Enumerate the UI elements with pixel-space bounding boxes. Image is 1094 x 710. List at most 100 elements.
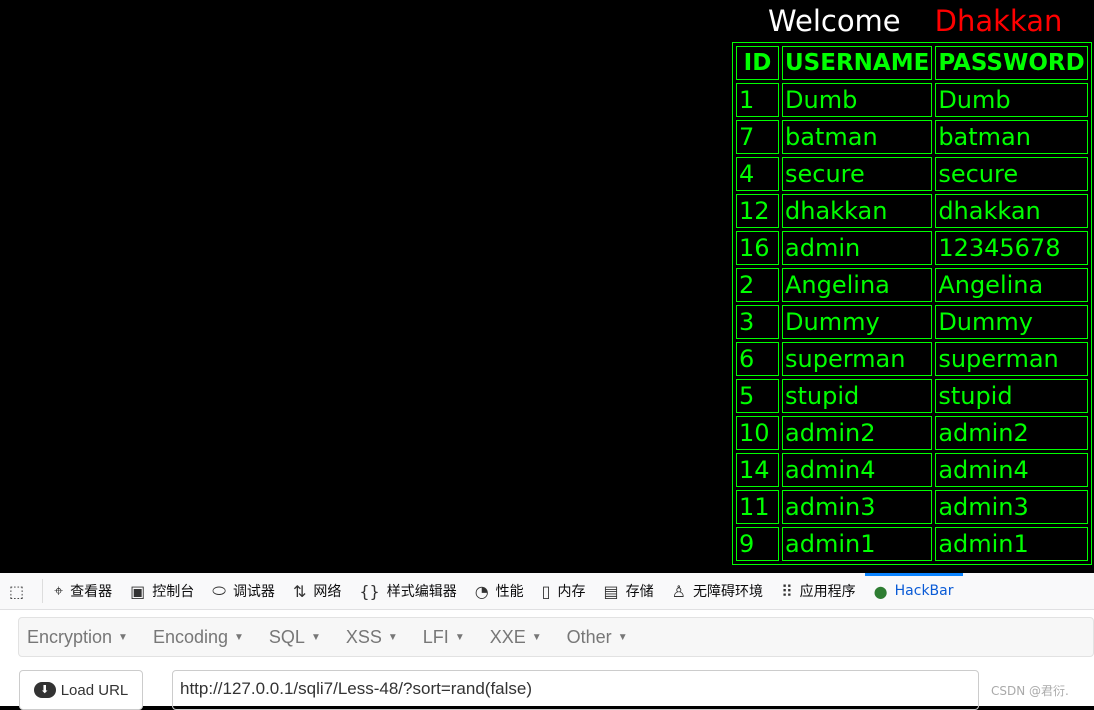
menu-other[interactable]: Other ▼	[567, 627, 628, 648]
devtools-tab-label: 网络	[313, 584, 342, 600]
devtools-tab-6[interactable]: ▯ 内存	[533, 573, 595, 610]
column-header-username: USERNAME	[782, 46, 933, 80]
cell-password: Angelina	[935, 268, 1088, 302]
cell-username: batman	[782, 120, 933, 154]
cell-username: dhakkan	[782, 194, 933, 228]
table-header-row: ID USERNAME PASSWORD	[736, 46, 1088, 80]
load-url-button[interactable]: ⬇ Load URL	[19, 670, 143, 710]
welcome-label: Welcome	[768, 4, 901, 38]
cell-username: admin	[782, 231, 933, 265]
cell-id: 12	[736, 194, 779, 228]
devtools-tab-7[interactable]: ▤ 存储	[594, 573, 662, 610]
column-header-id: ID	[736, 46, 779, 80]
devtools-tab-label: 性能	[495, 584, 524, 600]
cell-password: admin3	[935, 490, 1088, 524]
cell-username: superman	[782, 342, 933, 376]
devtools-tab-label: 调试器	[232, 584, 275, 600]
menu-label: XSS	[345, 626, 382, 647]
devtools-tab-label: 查看器	[70, 584, 113, 600]
cell-id: 14	[736, 453, 779, 487]
devtools-tab-5[interactable]: ◔ 性能	[466, 573, 533, 610]
table-row: 10 admin2 admin2	[736, 416, 1088, 450]
table-row: 3 Dummy Dummy	[736, 305, 1088, 339]
table-row: 16 admin 12345678	[736, 231, 1088, 265]
cell-username: admin1	[782, 527, 933, 561]
caret-down-icon: ▼	[387, 632, 398, 644]
menu-label: Other	[566, 626, 612, 647]
cell-id: 3	[736, 305, 779, 339]
table-row: 12 dhakkan dhakkan	[736, 194, 1088, 228]
devtools-tab-label: 无障碍环境	[692, 584, 763, 600]
cell-id: 5	[736, 379, 779, 413]
debugger-icon: ⬭	[212, 581, 226, 600]
cell-username: secure	[782, 157, 933, 191]
devtools-tab-label: 应用程序	[799, 584, 856, 600]
load-url-label: Load URL	[60, 681, 129, 699]
cell-username: Dumb	[782, 83, 933, 117]
caret-down-icon: ▼	[531, 632, 542, 644]
devtools-tab-label: 存储	[625, 584, 654, 600]
table-row: 6 superman superman	[736, 342, 1088, 376]
element-picker-icon: ⬚	[9, 581, 25, 601]
cell-password: secure	[935, 157, 1088, 191]
hackbar-panel: Encryption ▼ Encoding ▼ SQL ▼ XSS ▼ LFI ▼ XXE ▼ Othe…	[0, 610, 1094, 710]
menu-xss[interactable]: XSS ▼	[346, 627, 398, 648]
table-row: 7 batman batman	[736, 120, 1088, 154]
users-table: ID USERNAME PASSWORD 1 Dumb Dumb 7 batman bat…	[732, 42, 1092, 565]
welcome-heading: Welcome Dhakkan	[768, 4, 1062, 38]
cell-username: admin4	[782, 453, 933, 487]
caret-down-icon: ▼	[454, 632, 465, 644]
cell-id: 1	[736, 83, 779, 117]
hackbar-menubar: Encryption ▼ Encoding ▼ SQL ▼ XSS ▼ LFI ▼ XXE ▼ Othe…	[18, 617, 1094, 657]
cell-password: batman	[935, 120, 1088, 154]
menu-sql[interactable]: SQL ▼	[269, 627, 321, 648]
table-row: 9 admin1 admin1	[736, 527, 1088, 561]
caret-down-icon: ▼	[234, 632, 244, 644]
table-row: 2 Angelina Angelina	[736, 268, 1088, 302]
caret-down-icon: ▼	[118, 632, 128, 644]
hackbar-icon: ●	[873, 581, 888, 601]
table-row: 4 secure secure	[736, 157, 1088, 191]
cell-password: admin2	[935, 416, 1088, 450]
devtools-tab-4[interactable]: {} 样式编辑器	[350, 573, 465, 610]
caret-down-icon: ▼	[617, 632, 628, 644]
cell-password: Dummy	[935, 305, 1088, 339]
devtools-tab-label: 内存	[557, 584, 586, 600]
cell-username: admin2	[782, 416, 933, 450]
menu-label: Encoding	[152, 626, 229, 647]
url-input[interactable]: http://127.0.0.1/sqli7/Less-48/?sort=ran…	[172, 670, 979, 710]
menu-xxe[interactable]: XXE ▼	[490, 627, 542, 648]
cell-id: 6	[736, 342, 779, 376]
devtools-tab-1[interactable]: ▣ 控制台	[121, 573, 203, 610]
devtools-tab-8[interactable]: ♙ 无障碍环境	[663, 573, 772, 610]
menu-encryption[interactable]: Encryption ▼	[27, 627, 128, 648]
menu-label: XXE	[489, 626, 526, 647]
cell-password: 12345678	[935, 231, 1088, 265]
devtools-tab-2[interactable]: ⬭ 调试器	[203, 573, 284, 610]
application-icon: ⠿	[780, 581, 793, 601]
memory-icon: ▯	[541, 581, 551, 601]
table-row: 14 admin4 admin4	[736, 453, 1088, 487]
devtools-tab-9[interactable]: ⠿ 应用程序	[772, 573, 865, 610]
devtools-tab-0[interactable]: ⌖ 查看器	[45, 573, 121, 610]
caret-down-icon: ▼	[310, 632, 321, 644]
cell-password: admin4	[935, 453, 1088, 487]
element-picker-button[interactable]: ⬚	[0, 573, 40, 610]
storage-icon: ▤	[603, 581, 619, 601]
menu-label: LFI	[422, 626, 449, 647]
cell-username: admin3	[782, 490, 933, 524]
cell-username: stupid	[782, 379, 933, 413]
cell-password: superman	[935, 342, 1088, 376]
devtools-tab-10[interactable]: ● HackBar	[864, 572, 963, 610]
cell-id: 7	[736, 120, 779, 154]
menu-encoding[interactable]: Encoding ▼	[153, 627, 244, 648]
devtools-tab-3[interactable]: ⇅ 网络	[284, 573, 350, 610]
devtools-tab-label: HackBar	[894, 583, 954, 599]
table-row: 5 stupid stupid	[736, 379, 1088, 413]
cell-id: 16	[736, 231, 779, 265]
cloud-download-icon: ⬇	[33, 682, 56, 698]
cell-password: stupid	[935, 379, 1088, 413]
style-editor-icon: {}	[359, 581, 380, 601]
menu-label: SQL	[268, 626, 305, 647]
menu-lfi[interactable]: LFI ▼	[423, 627, 465, 648]
